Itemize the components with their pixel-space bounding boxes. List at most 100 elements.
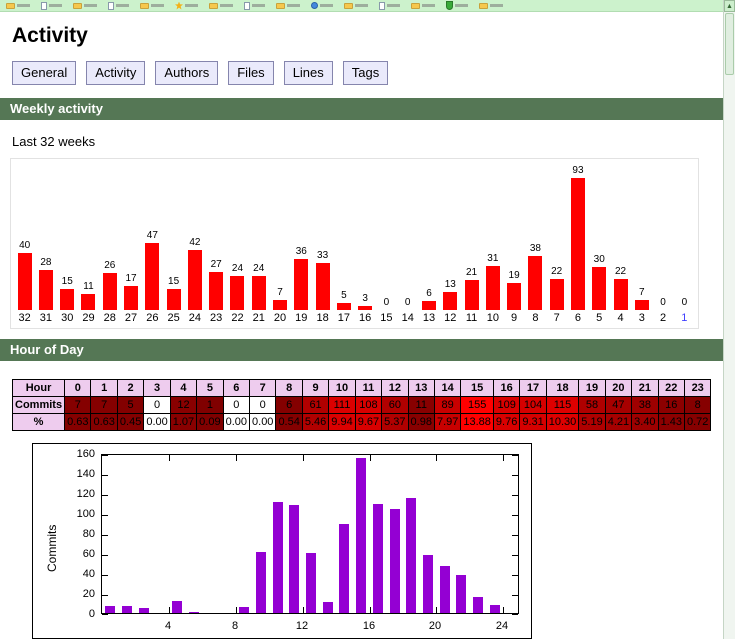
week-label: 20 <box>273 312 287 324</box>
page-icon <box>108 1 114 10</box>
week-label: 23 <box>210 312 223 324</box>
weekly-bar <box>592 267 607 310</box>
hour-bar <box>256 552 266 613</box>
commits-cell: 109 <box>492 396 521 414</box>
section-header-weekly-activity: Weekly activity <box>0 98 723 120</box>
weekly-bar-column: 24 21 <box>248 263 269 325</box>
shield-icon <box>446 1 453 10</box>
weekly-bar-column: 30 5 <box>589 254 610 325</box>
hour-bar <box>189 612 199 613</box>
bookmark-item[interactable] <box>140 2 164 9</box>
section-header-hour-of-day: Hour of Day <box>0 339 723 361</box>
bookmark-label-stub <box>17 4 30 7</box>
bookmark-label-stub <box>220 4 233 7</box>
bookmark-item[interactable] <box>311 2 333 9</box>
hour-header-cell: 19 <box>578 379 606 397</box>
commits-cell: 60 <box>381 396 409 414</box>
folder-icon <box>276 2 285 9</box>
commits-row: Commits 7 7 5 0 12 1 0 0 6 61 111 108 60 11 89 155 109 104… <box>11 396 712 414</box>
ytick-mark <box>102 495 108 496</box>
bookmark-item[interactable] <box>73 2 97 9</box>
bookmark-label-stub <box>49 4 62 7</box>
weekly-bar-value: 47 <box>146 230 158 241</box>
weekly-bar-column: 17 27 <box>120 273 141 325</box>
weekly-bar-column: 19 9 <box>503 270 524 325</box>
weekly-bar-column: 31 10 <box>482 253 503 325</box>
hour-header-cell: 5 <box>196 379 224 397</box>
weekly-bar-column: 5 17 <box>333 290 354 325</box>
bookmark-item[interactable] <box>6 2 30 9</box>
week-label: 22 <box>231 312 244 324</box>
tab-files[interactable]: Files <box>228 61 274 85</box>
week-label: 11 <box>465 312 478 324</box>
scrollbar-thumb[interactable] <box>725 13 734 75</box>
tab-activity[interactable]: Activity <box>86 61 146 85</box>
weekly-bar-value: 0 <box>383 297 390 308</box>
weekly-bar-column: 7 20 <box>269 287 290 325</box>
hour-bar <box>373 504 383 613</box>
bookmark-item[interactable] <box>379 1 400 10</box>
week-label: 6 <box>574 312 582 324</box>
weekly-bar <box>549 279 564 310</box>
commits-cell: 58 <box>578 396 606 414</box>
bookmark-item[interactable] <box>344 2 368 9</box>
week-label: 1 <box>681 312 688 324</box>
bookmark-label-stub <box>151 4 164 7</box>
weekly-bar <box>613 279 628 310</box>
weekly-bar-value: 40 <box>19 240 31 251</box>
bookmark-item[interactable] <box>411 2 435 9</box>
bookmark-item[interactable] <box>244 1 265 10</box>
bookmark-item[interactable] <box>479 2 503 9</box>
bookmark-item[interactable] <box>446 1 468 10</box>
percent-cell: 9.31 <box>519 413 547 431</box>
weekly-bar-column: 40 32 <box>14 240 35 325</box>
tab-lines[interactable]: Lines <box>283 61 333 85</box>
folder-icon <box>6 2 15 9</box>
commits-cell: 61 <box>301 396 330 414</box>
weekly-bar-column: 42 24 <box>184 237 205 325</box>
hour-header-cell: 22 <box>657 379 685 397</box>
weekly-bar <box>634 300 649 310</box>
hour-header-cell: 6 <box>222 379 251 397</box>
hour-bar <box>323 602 333 613</box>
scroll-up-button[interactable]: ▲ <box>724 0 735 12</box>
weekly-bar-column: 3 16 <box>355 293 376 325</box>
week-label: 25 <box>167 312 180 324</box>
hour-header-cell: 2 <box>116 379 145 397</box>
bookmark-label-stub <box>185 4 198 7</box>
ytick-label: 140 <box>76 468 95 480</box>
ytick-mark <box>102 614 108 615</box>
weekly-bar-value: 13 <box>444 279 456 290</box>
bookmark-item[interactable] <box>209 2 233 9</box>
hour-header-cell: 9 <box>301 379 330 397</box>
vertical-scrollbar[interactable]: ▲ <box>723 0 735 639</box>
page-title: Activity <box>12 24 88 47</box>
weekly-bar <box>358 306 373 310</box>
commits-cell: 7 <box>64 396 92 414</box>
tab-authors[interactable]: Authors <box>155 61 219 85</box>
bookmark-item[interactable] <box>276 2 300 9</box>
week-label: 10 <box>486 312 499 324</box>
weekly-bar-value: 0 <box>404 297 411 308</box>
weekly-bar-column: 73 <box>631 287 652 325</box>
percent-cell: 0.63 <box>64 413 92 431</box>
percent-cell: 0.54 <box>275 413 303 431</box>
hour-bar <box>306 553 316 613</box>
bookmark-item[interactable] <box>41 1 62 10</box>
hour-bar <box>105 606 115 613</box>
ytick-mark-right <box>512 614 518 615</box>
percent-cell: 10.30 <box>545 413 580 431</box>
xtick-label: 12 <box>295 620 309 632</box>
xtick-mark <box>436 607 437 613</box>
weekly-bar <box>507 283 522 310</box>
ytick-label: 160 <box>76 448 95 460</box>
weekly-bar-value: 6 <box>426 288 432 299</box>
tab-tags[interactable]: Tags <box>342 61 389 85</box>
bookmark-item[interactable] <box>108 1 129 10</box>
tab-general[interactable]: General <box>12 61 77 85</box>
percent-cell: 9.94 <box>328 413 356 431</box>
commits-cell: 108 <box>354 396 383 414</box>
bookmark-item[interactable] <box>175 1 198 10</box>
weekly-bar-column: 36 19 <box>291 246 312 325</box>
weekly-bar-value: 36 <box>295 246 307 257</box>
